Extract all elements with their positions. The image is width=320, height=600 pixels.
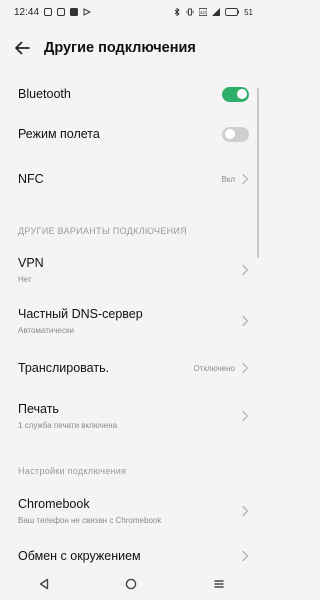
print-status: 1 служба печати включена [18, 421, 118, 430]
chromebook-row[interactable]: Chromebook Ваш телефон не связан с Chrom… [0, 493, 263, 529]
bluetooth-row[interactable]: Bluetooth [0, 79, 263, 109]
battery-icon [225, 8, 240, 16]
data-icon: 4G [199, 8, 208, 16]
status-bar: 12:44 4G 51 [0, 0, 263, 24]
print-label: Печать [18, 402, 59, 416]
vibrate-icon [186, 8, 194, 16]
airplane-mode-label: Режим полета [18, 127, 100, 141]
chevron-right-icon [242, 315, 249, 327]
back-triangle-icon [39, 578, 49, 590]
toggle-knob [224, 129, 235, 139]
back-arrow-icon [15, 41, 30, 55]
back-button[interactable] [0, 28, 44, 68]
home-circle-icon [126, 578, 137, 590]
navigation-bar [0, 568, 263, 600]
nav-recents-button[interactable] [199, 568, 239, 600]
battery-level: 51 [244, 7, 253, 17]
bluetooth-icon [174, 8, 180, 16]
signal-icon [212, 8, 221, 16]
airplane-mode-row[interactable]: Режим полета [0, 119, 263, 149]
chromebook-status: Ваш телефон не связан с Chromebook [18, 516, 162, 525]
section-header-connection-settings: Настройки подключения [18, 466, 127, 476]
cast-status: Отключено [193, 363, 235, 373]
send-icon [83, 8, 92, 16]
nearby-share-label: Обмен с окружением [18, 549, 141, 563]
private-dns-status: Автоматически [18, 326, 74, 335]
section-header-other-options: ДРУГИЕ ВАРИАНТЫ ПОДКЛЮЧЕНИЯ [18, 226, 187, 236]
nfc-right: Вкл [221, 173, 249, 185]
private-dns-row[interactable]: Частный DNS-сервер Автоматически [0, 303, 263, 339]
chromebook-text: Chromebook Ваш телефон не связан с Chrom… [18, 497, 161, 525]
nav-back-button[interactable] [24, 568, 64, 600]
chevron-right-icon [242, 173, 249, 185]
notification-icon [57, 8, 66, 16]
vpn-label: VPN [18, 256, 44, 270]
svg-text:4G: 4G [200, 10, 207, 15]
chevron-right-icon [242, 362, 249, 374]
nfc-status: Вкл [221, 174, 235, 184]
cast-row[interactable]: Транслировать. Отключено [0, 353, 263, 383]
vpn-status: Нет [18, 275, 32, 284]
bluetooth-label: Bluetooth [18, 87, 71, 101]
status-right: 4G 51 [173, 8, 253, 17]
private-dns-text: Частный DNS-сервер Автоматически [18, 307, 143, 335]
chevron-right-icon [242, 550, 249, 562]
print-text: Печать 1 служба печати включена [18, 402, 117, 430]
chromebook-label: Chromebook [18, 497, 90, 511]
cast-label: Транслировать. [18, 361, 110, 375]
nearby-share-row[interactable]: Обмен с окружением [0, 544, 263, 568]
page-title: Другие подключения [44, 40, 196, 56]
toggle-knob [236, 89, 247, 99]
chevron-right-icon [242, 410, 249, 422]
nav-home-button[interactable] [111, 568, 151, 600]
status-left: 12:44 [14, 6, 92, 18]
nfc-label: NFC [18, 172, 44, 186]
cast-right: Отключено [194, 362, 249, 374]
airplane-mode-toggle[interactable] [222, 126, 249, 142]
chevron-right-icon [242, 505, 249, 517]
chevron-right-icon [242, 264, 249, 276]
vpn-text: VPN Нет [18, 256, 44, 284]
vpn-row[interactable]: VPN Нет [0, 252, 263, 288]
notification-icon [44, 8, 53, 16]
app-bar: Другие подключения [0, 28, 263, 68]
nfc-row[interactable]: NFC Вкл [0, 164, 263, 194]
private-dns-label: Частный DNS-сервер [18, 307, 143, 321]
menu-lines-icon [214, 580, 224, 588]
media-icon [70, 8, 79, 16]
print-row[interactable]: Печать 1 служба печати включена [0, 398, 263, 434]
status-time: 12:44 [14, 6, 40, 18]
bluetooth-toggle[interactable] [222, 86, 249, 102]
